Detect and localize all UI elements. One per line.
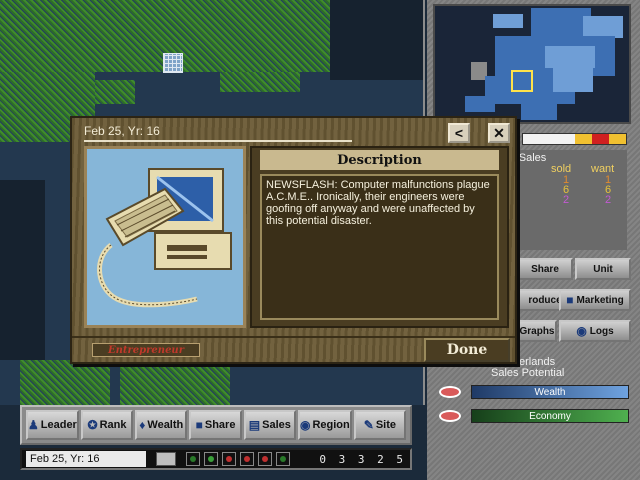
dialog-footer: Entrepreneur Done xyxy=(72,336,515,362)
color-strip xyxy=(522,133,627,145)
region-button[interactable]: ◉ Region xyxy=(297,410,352,440)
logs-button[interactable]: ◉ Logs xyxy=(559,320,631,342)
log-icon: ◉ xyxy=(576,324,587,338)
strip-swatch xyxy=(557,134,575,144)
wealth-row: Wealth xyxy=(439,384,629,400)
rank-button[interactable]: ✪ Rank xyxy=(80,410,134,440)
done-button[interactable]: Done xyxy=(424,338,510,362)
strip-swatch xyxy=(540,134,558,144)
pencil-icon: ✎ xyxy=(363,418,374,432)
speed-fast-button[interactable] xyxy=(240,452,254,466)
money-counter: 0 3 3 2 5 xyxy=(319,452,406,466)
site-button[interactable]: ✎ Site xyxy=(353,410,407,440)
speed-pause-button[interactable] xyxy=(186,452,200,466)
close-button[interactable]: ✕ xyxy=(488,123,510,143)
current-date: Feb 25, Yr: 16 xyxy=(26,451,146,467)
sales-potential-area: erlands Sales Potential Wealth Economy xyxy=(427,352,640,432)
wealth-bar: Wealth xyxy=(471,385,629,399)
want-value: 2 xyxy=(605,194,612,206)
calendar-icon[interactable] xyxy=(156,452,176,466)
medal-icon: ✪ xyxy=(87,418,98,432)
description-panel: Description NEWSFLASH: Computer malfunct… xyxy=(250,146,509,328)
strip-swatch xyxy=(574,134,592,144)
economy-row: Economy xyxy=(439,408,629,424)
unit-button[interactable]: Unit xyxy=(575,258,631,280)
strip-swatch xyxy=(608,134,627,144)
status-bar: Feb 25, Yr: 16 0 3 3 2 5 xyxy=(20,448,412,470)
wealth-toggle[interactable] xyxy=(439,386,461,398)
minimap-selection[interactable] xyxy=(511,70,533,92)
sales-button[interactable]: ▤ Sales xyxy=(243,410,296,440)
wealth-button[interactable]: ♦ Wealth xyxy=(135,410,188,440)
briefcase-icon: ■ xyxy=(195,418,203,432)
graphs-button[interactable]: Graphs xyxy=(517,320,557,342)
entrepreneur-badge: Entrepreneur xyxy=(92,343,200,357)
description-heading: Description xyxy=(260,150,499,170)
sold-value: 2 xyxy=(563,194,570,206)
newsflash-dialog: Feb 25, Yr: 16 < ✕ Description NEWSFLASH… xyxy=(70,116,517,364)
globe-icon: ◉ xyxy=(299,418,311,432)
strip-swatch xyxy=(523,134,541,144)
marketing-button[interactable]: ■ Marketing xyxy=(559,289,631,311)
leader-button[interactable]: ♟ Leader xyxy=(26,410,79,440)
strip-swatch xyxy=(591,134,609,144)
city-icon[interactable] xyxy=(163,53,183,73)
share-button[interactable]: ■ Share xyxy=(189,410,242,440)
share-button[interactable]: Share xyxy=(517,258,573,280)
sales-potential-label: Sales Potential xyxy=(491,367,565,379)
back-button[interactable]: < xyxy=(448,123,470,143)
briefcase-icon: ■ xyxy=(566,293,574,307)
close-icon: ✕ xyxy=(493,124,505,141)
speed-fastest-button[interactable] xyxy=(258,452,272,466)
computer-icon xyxy=(84,146,246,328)
bottom-toolbar: ♟ Leader ✪ Rank ♦ Wealth ■ Share ▤ Sales ◉ Reg… xyxy=(20,405,412,445)
document-icon: ▤ xyxy=(248,418,261,432)
description-text: NEWSFLASH: Computer malfunctions plague … xyxy=(260,174,499,320)
money-bag-icon: ♦ xyxy=(139,418,146,432)
chevron-left-icon: < xyxy=(454,125,464,141)
speed-slow-button[interactable] xyxy=(204,452,218,466)
speed-max-button[interactable] xyxy=(276,452,290,466)
economy-toggle[interactable] xyxy=(439,410,461,422)
minimap[interactable] xyxy=(433,4,631,124)
speed-normal-button[interactable] xyxy=(222,452,236,466)
dialog-date: Feb 25, Yr: 16 xyxy=(84,124,352,142)
person-icon: ♟ xyxy=(28,418,39,432)
economy-bar: Economy xyxy=(471,409,629,423)
